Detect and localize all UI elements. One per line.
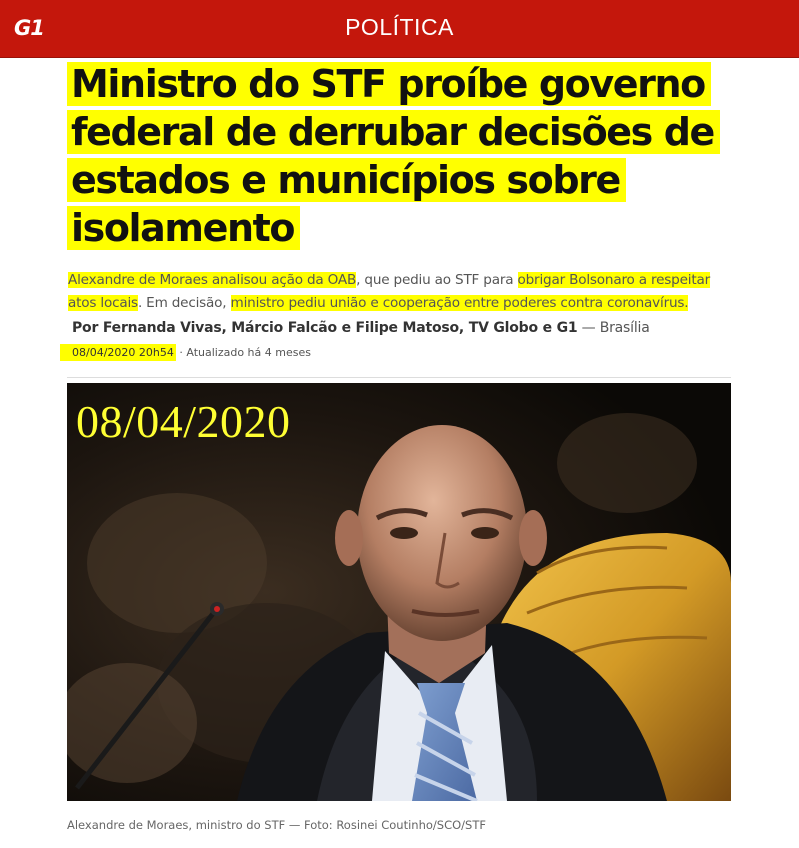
byline-place: Brasília	[599, 320, 650, 336]
article-subtitle: Alexandre de Moraes analisou ação da OAB…	[68, 269, 728, 315]
byline: Por Fernanda Vivas, Márcio Falcão e Fili…	[72, 320, 650, 336]
subtitle-highlight-3: ministro pediu união e cooperação entre …	[230, 295, 689, 311]
photo-date-overlay: 08/04/2020	[76, 396, 291, 447]
dateline: 08/04/2020 20h54 · Atualizado há 4 meses	[60, 344, 311, 361]
article-photo[interactable]: 08/04/2020	[67, 383, 731, 801]
subtitle-text-2: . Em decisão,	[137, 295, 231, 311]
updated-text: · Atualizado há 4 meses	[175, 346, 311, 359]
top-bar: G1 POLÍTICA	[0, 0, 799, 58]
section-title[interactable]: POLÍTICA	[0, 14, 799, 41]
headline: Ministro do STF proíbe governo federal de…	[67, 60, 720, 252]
subtitle-highlight-1: Alexandre de Moraes analisou ação da OAB	[68, 272, 357, 288]
photo-caption: Alexandre de Moraes, ministro do STF — F…	[67, 818, 486, 832]
headline-text: Ministro do STF proíbe governo federal de…	[67, 62, 720, 250]
byline-authors: Por Fernanda Vivas, Márcio Falcão e Fili…	[72, 320, 578, 336]
subtitle-text-1: , que pediu ao STF para	[356, 272, 518, 288]
published-date: 08/04/2020 20h54	[60, 344, 176, 361]
divider	[67, 377, 731, 378]
byline-separator: —	[577, 320, 600, 336]
